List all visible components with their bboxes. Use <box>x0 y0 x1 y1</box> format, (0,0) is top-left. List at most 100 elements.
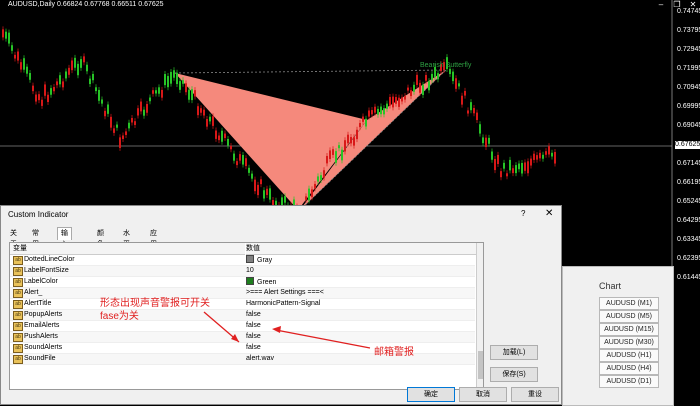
param-row[interactable]: ab PopupAlerts false <box>10 310 475 321</box>
param-row[interactable]: ab LabelColor Green <box>10 277 475 288</box>
parameter-type-icon: ab <box>13 344 23 353</box>
candle-body <box>128 122 130 129</box>
header-variable[interactable]: 变量 <box>10 243 245 255</box>
price-axis-label: 0.69045 <box>677 122 700 129</box>
tab-about[interactable]: 关于 <box>7 228 20 248</box>
candle-body <box>11 45 13 51</box>
param-value[interactable]: false <box>246 332 261 342</box>
chart-window-button[interactable]: AUDUSD (M5) <box>599 310 659 323</box>
candle-body <box>488 137 490 144</box>
close-icon[interactable]: ✕ <box>545 208 553 219</box>
param-row[interactable]: ab PushAlerts false <box>10 332 475 343</box>
pattern-dotted-line <box>174 69 447 74</box>
param-row[interactable]: ab EmailAlerts false <box>10 321 475 332</box>
candle-body <box>110 116 112 128</box>
candle-body <box>104 110 106 117</box>
scrollbar[interactable] <box>476 243 483 389</box>
candle-body <box>452 71 454 82</box>
candle-body <box>230 146 232 150</box>
candle-body <box>455 78 457 89</box>
help-icon[interactable]: ? <box>521 209 525 218</box>
chart-window-button[interactable]: AUDUSD (H4) <box>599 362 659 375</box>
reset-button[interactable]: 重设 <box>511 387 559 402</box>
param-row[interactable]: ab LabelFontSize 10 <box>10 266 475 277</box>
candle-body <box>329 150 331 160</box>
candle-body <box>512 168 514 174</box>
param-value[interactable]: Green <box>246 277 276 288</box>
candle-body <box>371 110 373 115</box>
tab-levels[interactable]: 水平位 <box>120 228 133 259</box>
param-name: SoundFile <box>24 355 56 362</box>
tab-common[interactable]: 常用 <box>29 228 42 248</box>
candle-body <box>425 75 427 81</box>
param-value[interactable]: alert.wav <box>246 354 274 364</box>
candle-body <box>176 72 178 85</box>
chart-window-button[interactable]: AUDUSD (M1) <box>599 297 659 310</box>
param-value[interactable]: false <box>246 321 261 331</box>
scroll-thumb[interactable] <box>478 351 483 379</box>
candle-body <box>191 89 193 101</box>
tab-colors[interactable]: 颜色 <box>94 228 107 248</box>
price-axis-label: 0.69995 <box>677 103 700 110</box>
candle-body <box>146 103 148 113</box>
param-row[interactable]: ab DottedLineColor Gray <box>10 255 475 266</box>
param-value[interactable]: HarmonicPattern-Signal <box>246 299 320 309</box>
price-axis-label: 0.74745 <box>677 8 700 15</box>
minimize-icon[interactable]: – <box>656 0 666 10</box>
candle-body <box>524 162 526 171</box>
param-value[interactable]: false <box>246 343 261 353</box>
candle-body <box>527 161 529 174</box>
chart-window-button[interactable]: AUDUSD (M30) <box>599 336 659 349</box>
candle-body <box>161 89 163 98</box>
candle-body <box>170 71 172 84</box>
candle-body <box>365 118 367 127</box>
param-value[interactable]: false <box>246 310 261 320</box>
candle-body <box>458 83 460 87</box>
candle-body <box>461 95 463 105</box>
candle-body <box>167 76 169 88</box>
chart-window-button[interactable]: AUDUSD (M15) <box>599 323 659 336</box>
param-value[interactable]: Gray <box>246 255 272 266</box>
candle-body <box>308 188 310 201</box>
candle-body <box>125 131 127 135</box>
candle-body <box>158 87 160 94</box>
candle-body <box>44 84 46 96</box>
cancel-button[interactable]: 取消 <box>459 387 507 402</box>
param-value[interactable]: >=== Alert Settings ===< <box>246 288 324 298</box>
save-button[interactable]: 保存(S) <box>490 367 538 382</box>
candle-body <box>179 81 181 90</box>
candle-body <box>362 116 364 122</box>
candle-body <box>497 154 499 164</box>
parameter-type-icon: ab <box>13 256 23 265</box>
load-button[interactable]: 加载(L) <box>490 345 538 360</box>
candle-body <box>221 130 223 142</box>
param-row[interactable]: ab AlertTitle HarmonicPattern-Signal <box>10 299 475 310</box>
candle-body <box>143 109 145 116</box>
param-value-text: Gray <box>257 257 273 264</box>
color-swatch <box>246 277 254 285</box>
header-value[interactable]: 数值 <box>246 243 476 255</box>
chart-window-button[interactable]: AUDUSD (D1) <box>599 375 659 388</box>
candle-body <box>485 137 487 147</box>
param-value[interactable]: 10 <box>246 266 254 276</box>
current-price-tag: 0.67625 <box>675 141 700 149</box>
tab-inputs[interactable]: 输入参数 <box>57 227 72 270</box>
chart-window-button[interactable]: AUDUSD (H1) <box>599 349 659 362</box>
param-name: Alert_ <box>24 289 43 296</box>
candle-body <box>392 96 394 108</box>
candle-body <box>419 82 421 93</box>
parameter-type-icon: ab <box>13 267 23 276</box>
candle-body <box>47 94 49 102</box>
candle-body <box>83 56 85 63</box>
candle-body <box>344 140 346 152</box>
parameter-table[interactable]: 变量 数值 ab DottedLineColor Gray ab LabelFontSi… <box>9 242 484 390</box>
candle-body <box>137 108 139 116</box>
candle-body <box>260 179 262 185</box>
param-row[interactable]: ab Alert_ >=== Alert Settings ===< <box>10 288 475 299</box>
candle-body <box>74 57 76 68</box>
chart-window-list: Chart AUDUSD (M1) AUDUSD (M5) AUDUSD (M15)… <box>562 266 674 406</box>
ok-button[interactable]: 确定 <box>407 387 455 402</box>
price-axis-label: 0.66195 <box>677 179 700 186</box>
candle-body <box>332 149 334 155</box>
tab-visualization[interactable]: 应用范围 <box>147 228 160 270</box>
